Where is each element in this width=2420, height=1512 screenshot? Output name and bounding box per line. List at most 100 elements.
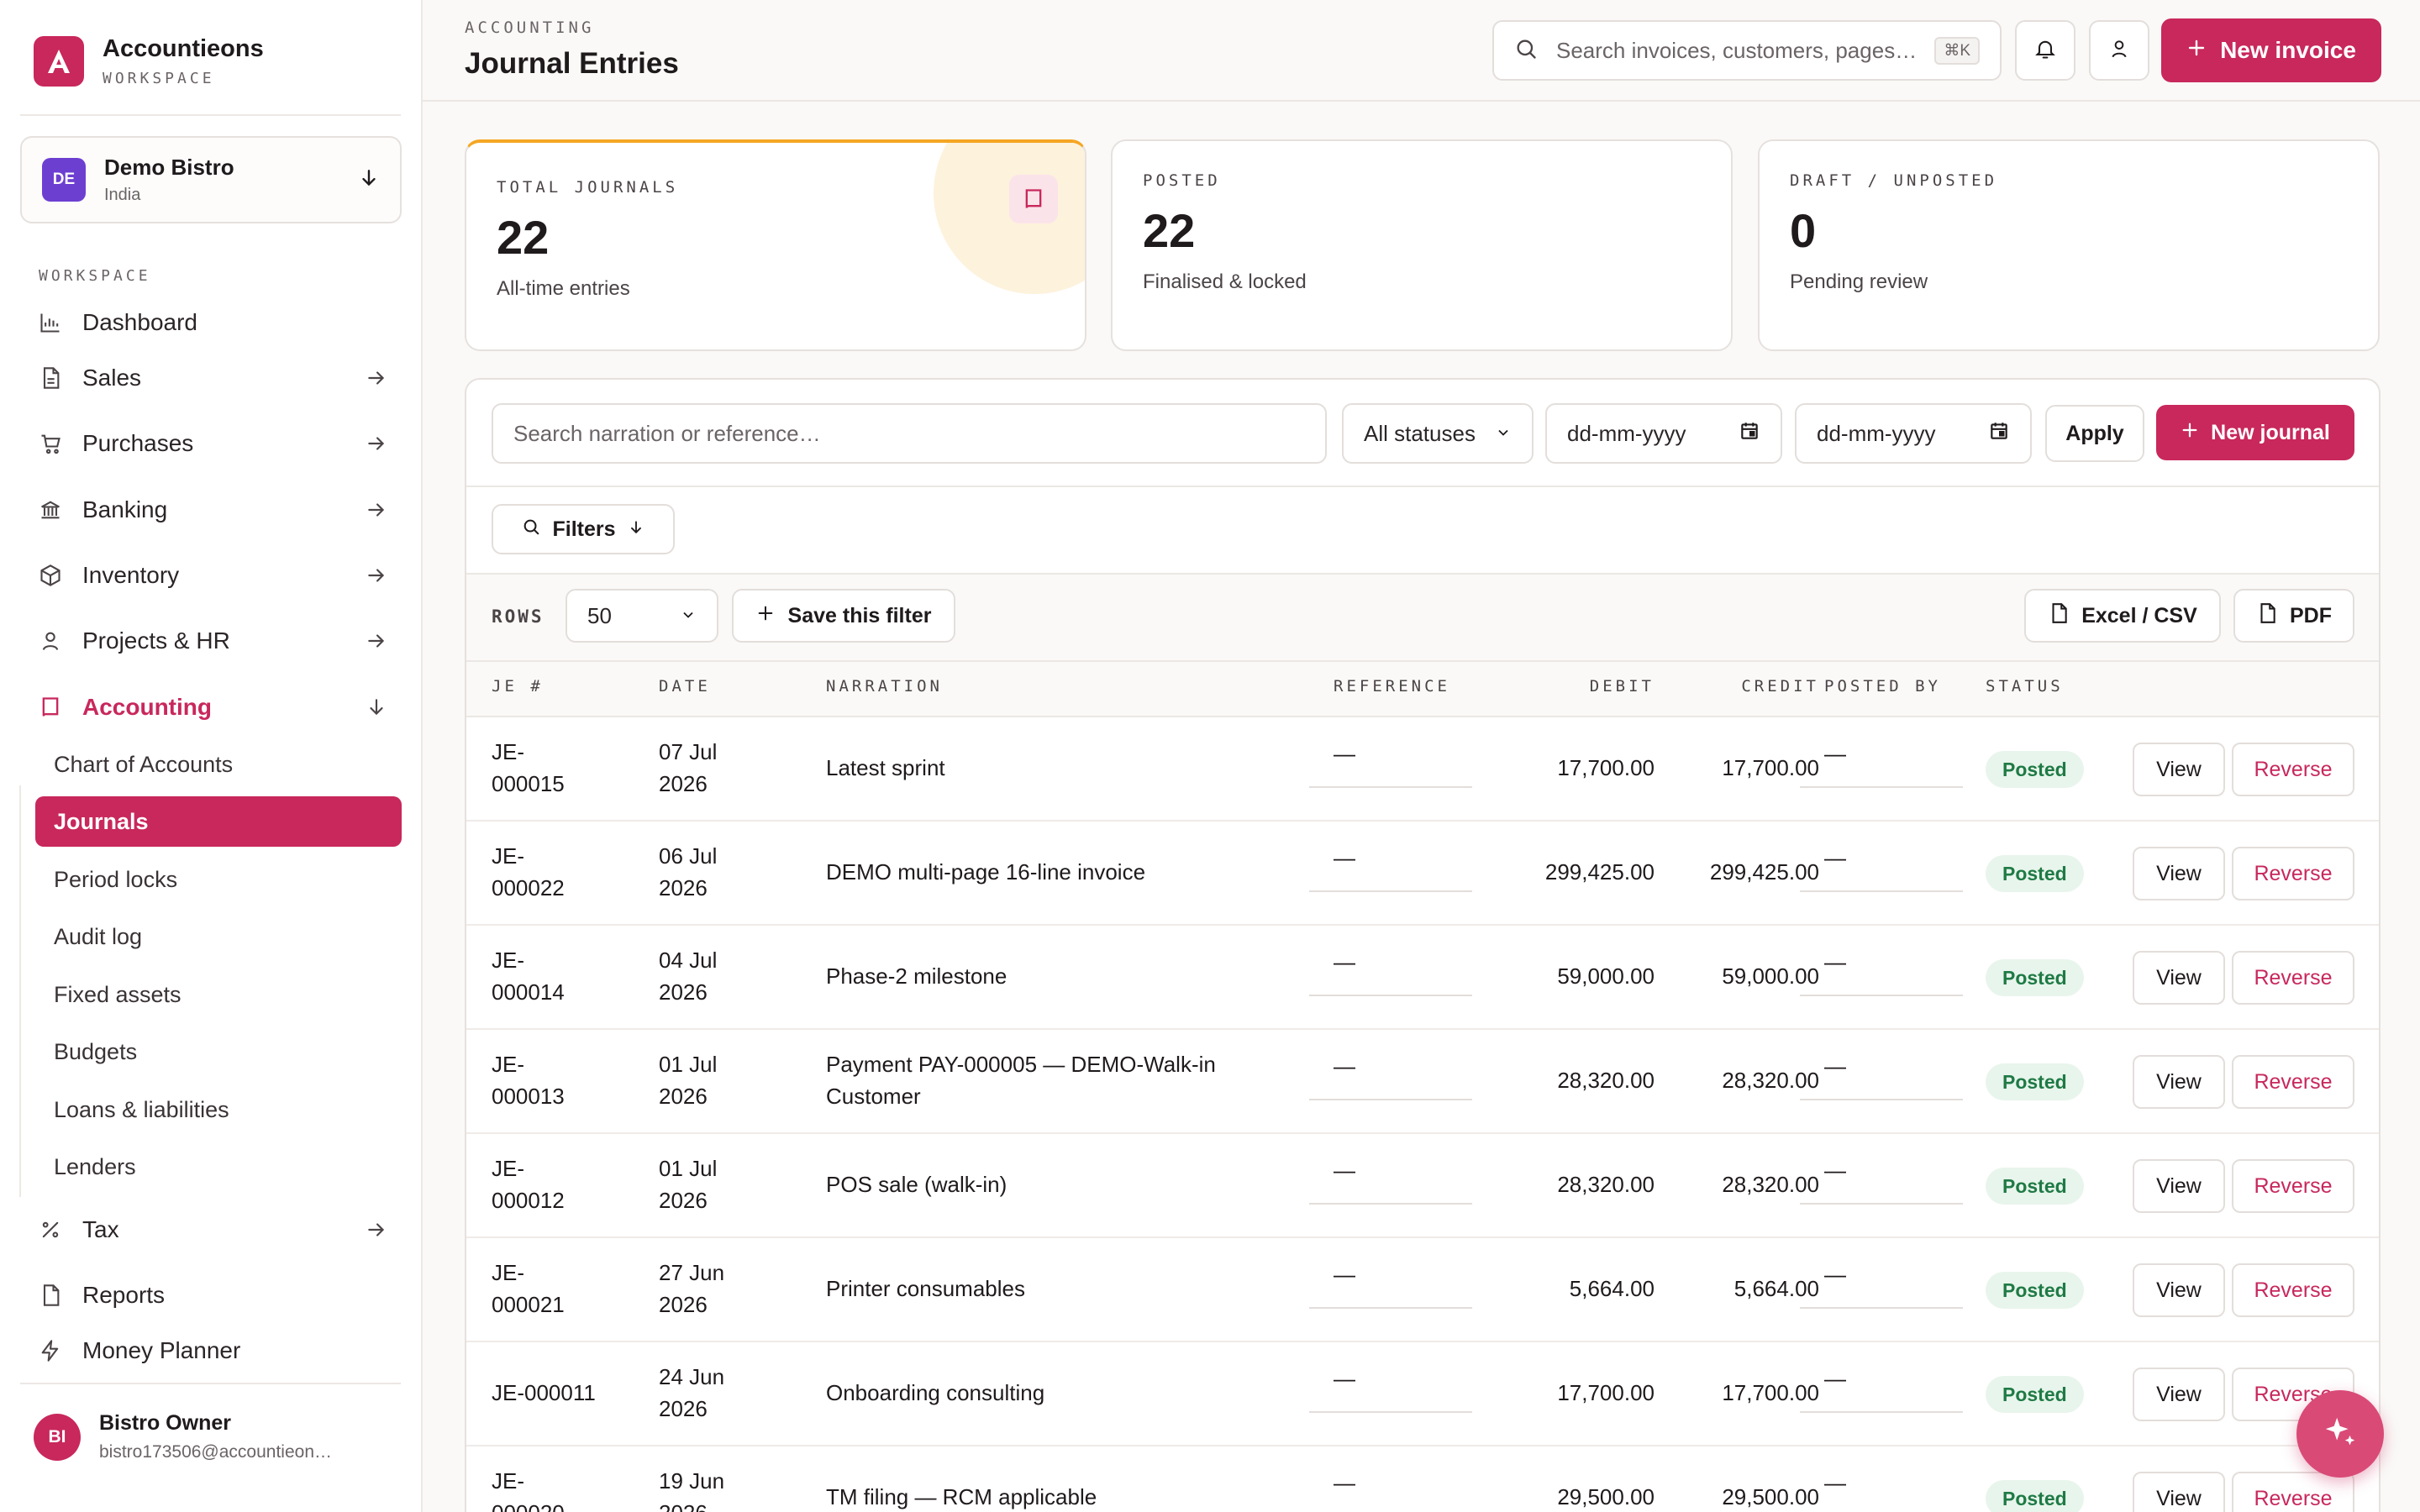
posted-by-underline [1800, 1099, 1963, 1100]
je-date-line: 2026 [659, 1396, 708, 1421]
je-number[interactable]: JE- 000022 [492, 840, 565, 904]
column-header-status[interactable]: STATUS [1986, 677, 2064, 696]
stat-caption: Pending review [1790, 270, 1928, 293]
column-header-reference[interactable]: REFERENCE [1334, 677, 1450, 696]
filters-button[interactable]: Filters [492, 504, 675, 554]
je-posted-by: — [1824, 1053, 1846, 1079]
date-to-input[interactable]: dd-mm-yyyy [1795, 403, 2032, 464]
subnav-budgets[interactable]: Budgets [35, 1026, 402, 1077]
save-filter-button[interactable]: Save this filter [732, 589, 955, 643]
sidebar-item-accounting[interactable]: Accounting [37, 685, 390, 729]
view-button[interactable]: View [2133, 1159, 2225, 1213]
column-header-credit[interactable]: CREDIT [1693, 677, 1819, 696]
table-row[interactable]: JE- 000014 04 Jul 2026 Phase-2 milestone —59,… [466, 926, 2379, 1030]
je-number-line: JE- [492, 1260, 524, 1285]
export-csv-button[interactable]: Excel / CSV [2024, 589, 2221, 643]
sidebar-item-purchases[interactable]: Purchases [37, 422, 390, 465]
table-row[interactable]: JE- 000012 01 Jul 2026 POS sale (walk-in) —28… [466, 1134, 2379, 1238]
reverse-button[interactable]: Reverse [2232, 743, 2354, 796]
filters-label: Filters [552, 517, 616, 541]
status-select[interactable]: All statuses [1342, 403, 1534, 464]
sidebar-item-sales[interactable]: Sales [37, 356, 390, 400]
view-button[interactable]: View [2133, 743, 2225, 796]
new-invoice-button[interactable]: New invoice [2161, 18, 2381, 82]
je-number[interactable]: JE- 000021 [492, 1257, 565, 1320]
account-button[interactable] [2089, 20, 2149, 81]
subnav-chart-of-accounts[interactable]: Chart of Accounts [35, 739, 402, 790]
je-number[interactable]: JE- 000015 [492, 736, 565, 800]
table-row[interactable]: JE- 000022 06 Jul 2026 DEMO multi-page 16-li… [466, 822, 2379, 926]
column-header-narration[interactable]: NARRATION [826, 677, 943, 696]
sidebar-item-reports[interactable]: Reports [37, 1273, 390, 1317]
reverse-button[interactable]: Reverse [2232, 1055, 2354, 1109]
brand[interactable]: Accountieons WORKSPACE [34, 35, 264, 87]
table-row[interactable]: JE- 000021 27 Jun 2026 Printer consumables —5… [466, 1238, 2379, 1342]
export-pdf-button[interactable]: PDF [2233, 589, 2354, 643]
column-header-posted-by[interactable]: POSTED BY [1824, 677, 1941, 696]
subnav-period-locks[interactable]: Period locks [35, 854, 402, 905]
reverse-button[interactable]: Reverse [2232, 951, 2354, 1005]
sidebar-item-label: Sales [82, 365, 142, 391]
user-menu[interactable]: BI Bistro Owner bistro173506@accountieon… [34, 1411, 332, 1462]
je-debit: 29,500.00 [1557, 1484, 1655, 1509]
column-header-je[interactable]: JE # [492, 677, 544, 696]
sidebar-item-money-planner[interactable]: Money Planner [37, 1329, 390, 1373]
je-number[interactable]: JE- 000012 [492, 1152, 565, 1216]
sidebar-item-dashboard[interactable]: Dashboard [37, 301, 390, 344]
sidebar-item-label: Purchases [82, 430, 194, 456]
date-from-input[interactable]: dd-mm-yyyy [1545, 403, 1782, 464]
sidebar-item-inventory[interactable]: Inventory [37, 554, 390, 597]
notifications-button[interactable] [2015, 20, 2075, 81]
reverse-button[interactable]: Reverse [2232, 847, 2354, 900]
brand-name: Accountieons [103, 35, 264, 62]
table-row[interactable]: JE- 000020 19 Jun 2026 TM filing — RCM appli… [466, 1446, 2379, 1512]
subnav-journals[interactable]: Journals [35, 796, 402, 847]
rows-select[interactable]: 50 [566, 589, 718, 643]
subnav-loans-liabilities[interactable]: Loans & liabilities [35, 1084, 402, 1135]
table-row[interactable]: JE-000011 24 Jun 2026 Onboarding consulting… [466, 1342, 2379, 1446]
org-name: Demo Bistro [104, 155, 234, 180]
view-button[interactable]: View [2133, 1263, 2225, 1317]
sidebar-item-banking[interactable]: Banking [37, 488, 390, 532]
posted-by-underline [1800, 890, 1963, 892]
view-button[interactable]: View [2133, 1472, 2225, 1512]
view-button[interactable]: View [2133, 1055, 2225, 1109]
breadcrumb[interactable]: ACCOUNTING [465, 18, 594, 37]
subnav-audit-log[interactable]: Audit log [35, 911, 402, 962]
reverse-button[interactable]: Reverse [2232, 1263, 2354, 1317]
reverse-button[interactable]: Reverse [2232, 1159, 2354, 1213]
je-reference: — [1334, 1158, 1355, 1183]
column-header-date[interactable]: DATE [659, 677, 711, 696]
je-number[interactable]: JE- 000013 [492, 1048, 565, 1112]
subnav-lenders[interactable]: Lenders [35, 1142, 402, 1192]
apply-button[interactable]: Apply [2045, 405, 2144, 462]
calendar-icon [1988, 420, 2010, 448]
search-icon [1514, 37, 1538, 65]
table-row[interactable]: JE- 000013 01 Jul 2026 Payment PAY-000005 — … [466, 1030, 2379, 1134]
column-header-debit[interactable]: DEBIT [1547, 677, 1655, 696]
date-from-value: dd-mm-yyyy [1567, 420, 1686, 446]
je-number[interactable]: JE-000011 [492, 1377, 596, 1409]
subnav-fixed-assets[interactable]: Fixed assets [35, 969, 402, 1020]
view-button[interactable]: View [2133, 1368, 2225, 1421]
arrow-right-icon [363, 1216, 390, 1243]
reverse-button[interactable]: Reverse [2232, 1472, 2354, 1512]
global-search[interactable]: Search invoices, customers, pages… ⌘K [1492, 20, 2002, 81]
arrow-down-icon [628, 517, 644, 542]
new-journal-button[interactable]: New journal [2156, 405, 2354, 460]
org-switcher[interactable]: DE Demo Bistro India [20, 136, 402, 223]
assistant-button[interactable] [2296, 1390, 2384, 1478]
section-label: WORKSPACE [39, 267, 151, 285]
posted-by-underline [1800, 1411, 1963, 1413]
sidebar-item-label: Reports [82, 1282, 166, 1308]
table-row[interactable]: JE- 000015 07 Jul 2026 Latest sprint —17,700.… [466, 717, 2379, 822]
stat-value: 22 [1143, 204, 1196, 257]
sidebar-item-projects-hr[interactable]: Projects & HR [37, 619, 390, 663]
view-button[interactable]: View [2133, 847, 2225, 900]
view-button[interactable]: View [2133, 951, 2225, 1005]
sidebar-item-tax[interactable]: Tax [37, 1208, 390, 1252]
je-number[interactable]: JE- 000020 [492, 1465, 565, 1512]
narration-search-input[interactable]: Search narration or reference… [492, 403, 1327, 464]
arrow-right-icon [363, 430, 390, 457]
je-number[interactable]: JE- 000014 [492, 944, 565, 1008]
